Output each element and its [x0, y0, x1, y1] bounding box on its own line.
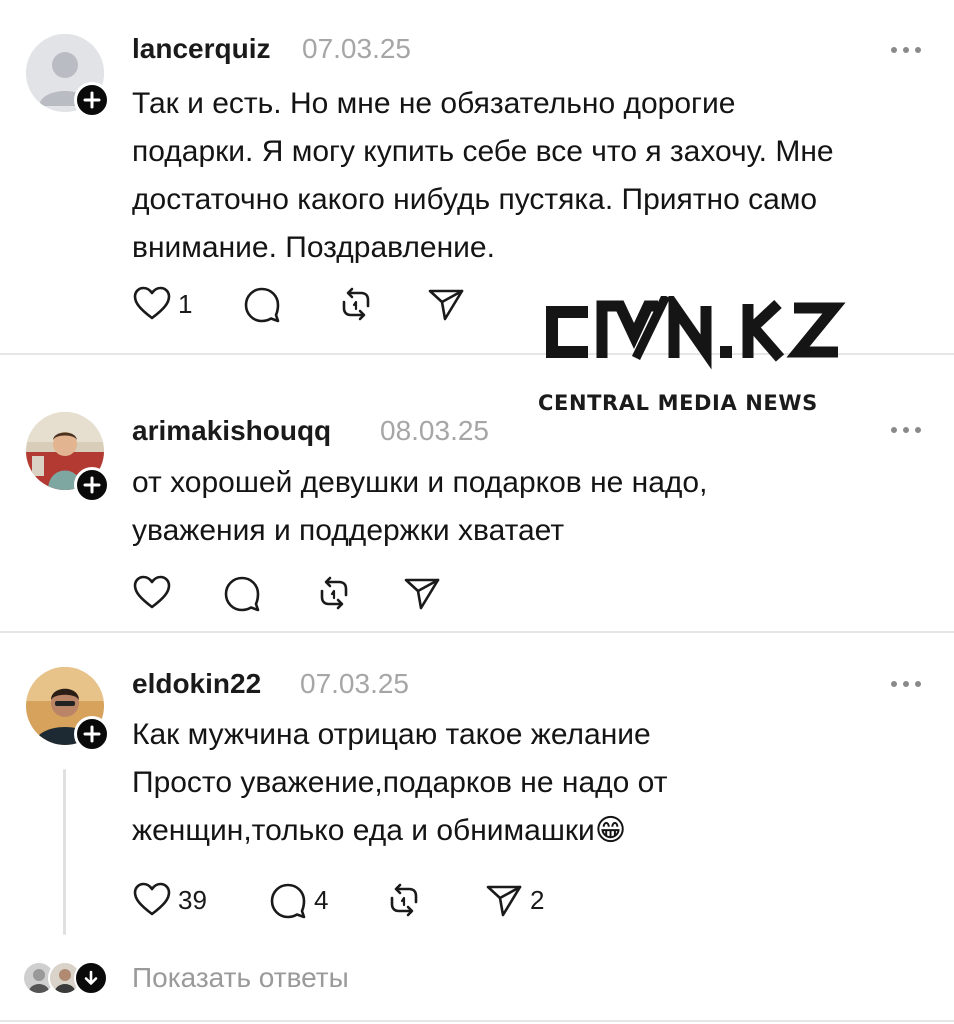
username[interactable]: lancerquiz [132, 33, 270, 65]
post-date: 08.03.25 [380, 415, 489, 446]
send-icon [428, 289, 464, 321]
like-count: 1 [178, 288, 193, 319]
post-text-line: уважения и поддержки хватает [132, 514, 565, 547]
post-text-line: внимание. Поздравление. [132, 231, 495, 264]
heart-icon [133, 575, 171, 609]
cmn-kz-logo [546, 288, 846, 370]
reply-button[interactable] [242, 282, 288, 326]
more-dots-icon [891, 427, 921, 433]
expand-replies-button[interactable] [74, 961, 108, 995]
follow-button[interactable] [74, 82, 110, 118]
post-text-line: достаточно какого нибудь пустяка. Приятн… [132, 183, 818, 216]
post-text: Как мужчина отрицаю такое желание Просто… [132, 711, 932, 855]
heart-icon [133, 286, 171, 320]
show-replies-label[interactable]: Показать ответы [132, 962, 349, 994]
like-button[interactable] [132, 571, 178, 615]
follow-button[interactable] [74, 467, 110, 503]
post-text-line-content: женщин,только еда и обнимашки [132, 814, 595, 847]
more-options-button[interactable] [886, 40, 926, 60]
repost-button[interactable] [314, 571, 360, 615]
show-replies-row[interactable]: Показать ответы [0, 950, 954, 1010]
comment-bubble-icon [224, 576, 260, 612]
share-button[interactable] [402, 571, 448, 615]
grinning-emoji: 😁 [594, 814, 627, 847]
repost-icon [320, 576, 348, 610]
post-actions [132, 571, 552, 615]
follow-button[interactable] [74, 716, 110, 752]
share-count: 2 [530, 884, 545, 915]
plus-icon [83, 476, 101, 494]
reply-button[interactable] [222, 571, 268, 615]
post-text-line: от хорошей девушки и подарков не надо, [132, 466, 708, 499]
like-button[interactable]: 39 [132, 878, 207, 922]
repost-button[interactable] [336, 282, 382, 326]
post-text: от хорошей девушки и подарков не надо, у… [132, 459, 932, 555]
post-text-line: Так и есть. Но мне не обязательно дороги… [132, 87, 736, 120]
heart-icon [133, 882, 171, 916]
thread-line [63, 769, 66, 935]
cmn-kz-watermark: CENTRAL MEDIA NEWS [538, 288, 868, 426]
post-text: Так и есть. Но мне не обязательно дороги… [132, 80, 932, 272]
post-date: 07.03.25 [300, 668, 409, 699]
threads-comments-page: lancerquiz 07.03.25 Так и есть. Но мне н… [0, 0, 954, 1024]
plus-icon [83, 91, 101, 109]
watermark-tagline: CENTRAL MEDIA NEWS [538, 391, 818, 415]
like-button[interactable]: 1 [132, 282, 192, 326]
divider [0, 1020, 954, 1022]
more-dots-icon [891, 681, 921, 687]
reply-count: 4 [314, 884, 329, 915]
reply-button[interactable]: 4 [268, 878, 328, 922]
post-actions: 39 4 2 [132, 878, 572, 922]
username[interactable]: arimakishouqq [132, 415, 331, 447]
comment-bubble-icon [270, 883, 306, 919]
post-text-line: Просто уважение,подарков не надо от [132, 766, 668, 799]
username[interactable]: eldokin22 [132, 668, 261, 700]
send-icon [404, 578, 440, 610]
post-eldokin22: eldokin22 07.03.25 Как мужчина отрицаю т… [0, 633, 954, 950]
plus-icon [83, 725, 101, 743]
repost-icon [390, 883, 418, 917]
arrow-down-icon [84, 970, 98, 985]
share-button[interactable]: 2 [484, 878, 544, 922]
post-text-line: женщин,только еда и обнимашки😁 [132, 807, 932, 855]
more-dots-icon [891, 47, 921, 53]
more-options-button[interactable] [886, 420, 926, 440]
share-button[interactable] [426, 282, 472, 326]
post-text-line: Как мужчина отрицаю такое желание [132, 718, 651, 751]
repost-icon [342, 287, 370, 321]
post-date: 07.03.25 [302, 33, 411, 64]
repost-button[interactable] [384, 878, 430, 922]
more-options-button[interactable] [886, 674, 926, 694]
post-text-line: подарки. Я могу купить себе все что я за… [132, 135, 834, 168]
send-icon [486, 885, 522, 917]
comment-bubble-icon [244, 287, 280, 323]
like-count: 39 [178, 884, 207, 915]
post-actions: 1 [132, 282, 552, 326]
